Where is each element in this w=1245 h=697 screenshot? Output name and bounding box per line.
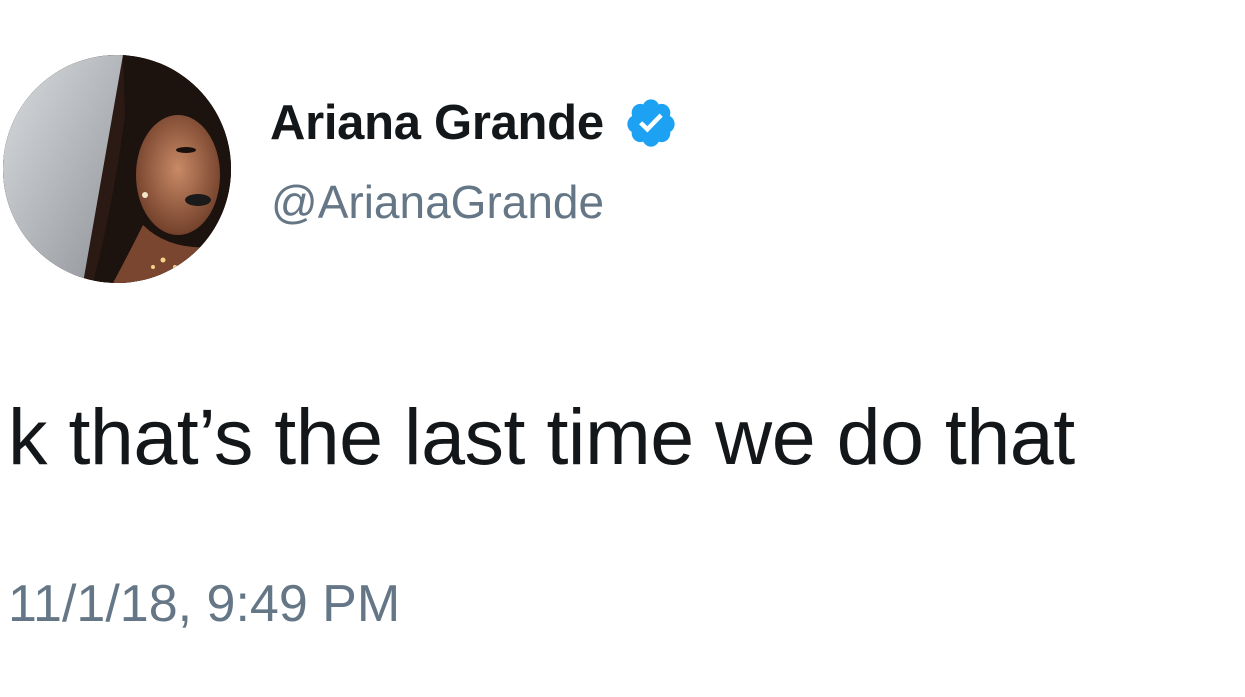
author-name-row: Ariana Grande <box>270 90 678 156</box>
tweet-text: k that’s the last time we do that <box>8 392 1075 481</box>
author-handle[interactable]: @ArianaGrande <box>271 175 604 229</box>
tweet-card: Ariana Grande @ArianaGrande k that’s the… <box>0 0 1245 697</box>
verified-badge-icon <box>624 96 678 150</box>
author-display-name[interactable]: Ariana Grande <box>270 95 604 151</box>
profile-photo <box>3 55 231 283</box>
tweet-timestamp[interactable]: 11/1/18, 9:49 PM <box>8 578 400 630</box>
avatar[interactable] <box>3 55 231 283</box>
